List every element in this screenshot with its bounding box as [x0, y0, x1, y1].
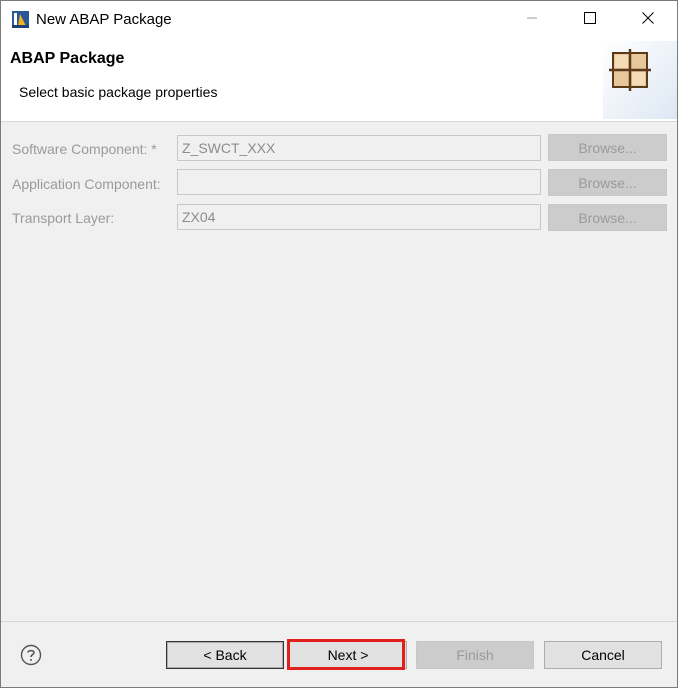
software-component-field[interactable]: Z_SWCT_XXX [177, 135, 541, 161]
new-abap-package-dialog: New ABAP Package ABAP Package Select bas… [0, 0, 678, 688]
back-button[interactable]: < Back [166, 641, 284, 669]
title-bar: New ABAP Package [1, 1, 677, 39]
browse-button-label: Browse... [578, 174, 637, 191]
application-component-browse-button[interactable]: Browse... [548, 169, 667, 196]
transport-layer-label: Transport Layer: [12, 210, 115, 226]
page-title: ABAP Package [10, 50, 125, 67]
application-component-label: Application Component: [12, 176, 161, 192]
browse-button-label: Browse... [578, 139, 637, 156]
wizard-banner: ABAP Package Select basic package proper… [1, 39, 677, 122]
back-button-label: < Back [203, 647, 247, 663]
cancel-button[interactable]: Cancel [544, 641, 662, 669]
footer-divider [1, 621, 677, 622]
finish-button[interactable]: Finish [416, 641, 534, 669]
transport-layer-field[interactable]: ZX04 [177, 204, 541, 230]
cancel-button-label: Cancel [581, 647, 625, 663]
window-title: New ABAP Package [36, 11, 172, 28]
page-subtitle: Select basic package properties [19, 84, 218, 100]
maximize-icon [584, 11, 596, 29]
software-component-label: Software Component: * [12, 141, 157, 157]
transport-layer-browse-button[interactable]: Browse... [548, 204, 667, 231]
abap-package-app-icon [11, 10, 30, 29]
browse-button-label: Browse... [578, 209, 637, 226]
package-wizard-icon [603, 41, 677, 119]
next-button-label: Next > [327, 647, 369, 663]
maximize-button[interactable] [561, 1, 619, 39]
next-button[interactable]: Next > [289, 641, 407, 669]
minimize-button[interactable] [503, 1, 561, 39]
close-button[interactable] [619, 1, 677, 39]
software-component-browse-button[interactable]: Browse... [548, 134, 667, 161]
finish-button-label: Finish [456, 647, 494, 663]
application-component-field[interactable] [177, 169, 541, 195]
help-icon[interactable] [20, 644, 42, 666]
minimize-icon [526, 11, 538, 29]
close-icon [642, 11, 654, 29]
